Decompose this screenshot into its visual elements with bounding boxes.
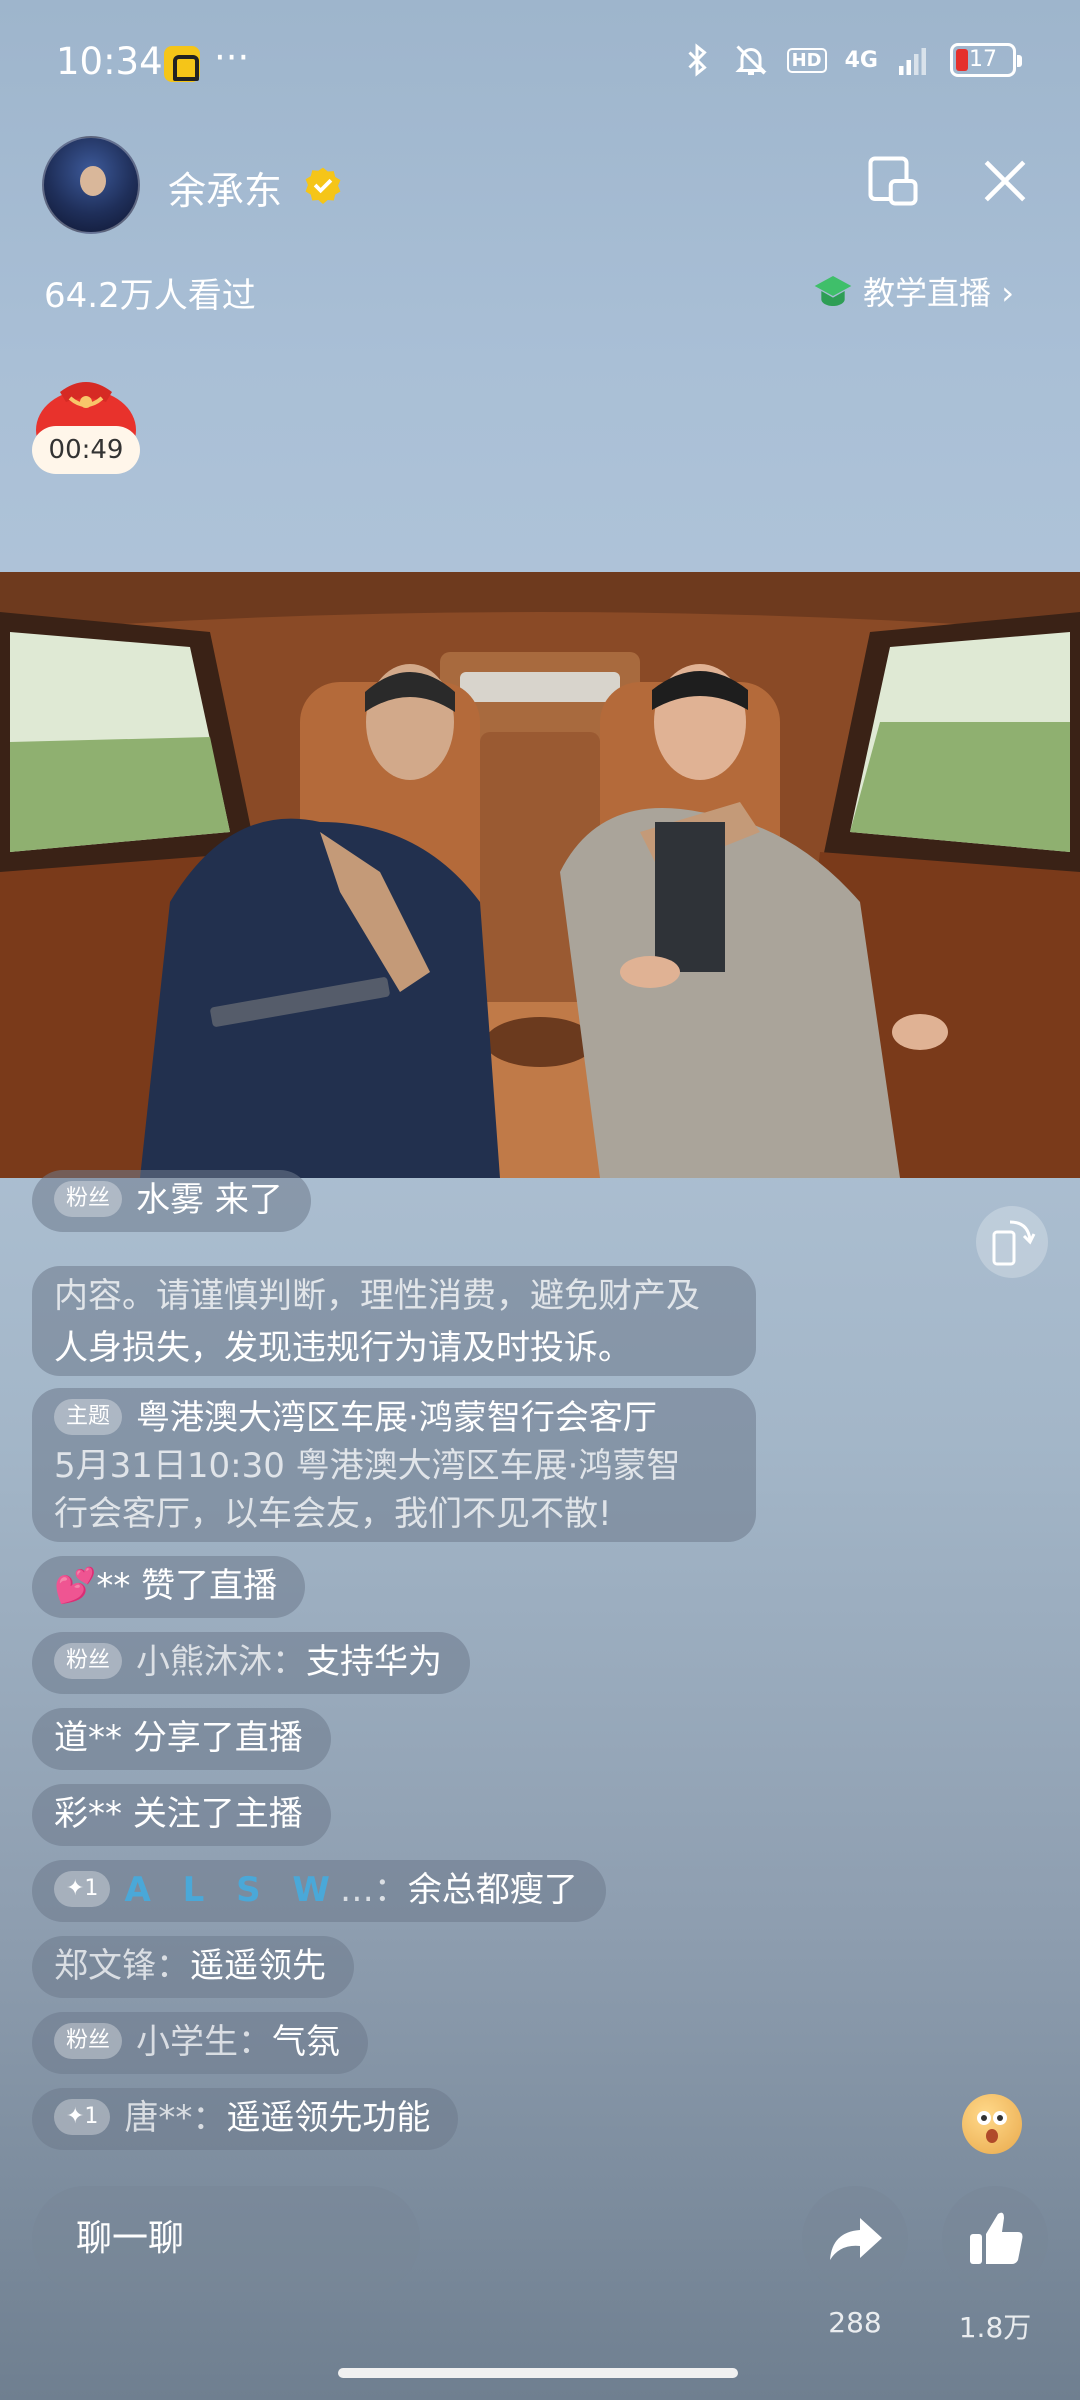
chat-text: 遥遥领先功能 [226, 2098, 431, 2138]
signal-icon [899, 48, 926, 75]
chat-username[interactable]: 彩** [54, 1794, 122, 1834]
chat-text: 遥遥领先 [190, 1946, 326, 1986]
topic-card[interactable]: 主题 粤港澳大湾区车展·鸿蒙智行会客厅 5月31日10:30 粤港澳大湾区车展·鸿… [32, 1388, 756, 1542]
home-indicator[interactable] [338, 2368, 738, 2378]
chat-username-suffix: …： [339, 1870, 408, 1910]
chat-message: 郑文锋：遥遥领先 [32, 1936, 354, 1998]
notice-line: 人身损失，发现违规行为请及时投诉。 [54, 1328, 632, 1368]
fan-badge: 粉丝 [54, 1180, 123, 1217]
bluetooth-icon [688, 43, 707, 77]
chat-message: ✦1 A L S W…：余总都瘦了 [32, 1860, 606, 1922]
chat-username[interactable]: A L S W [124, 1870, 339, 1910]
status-time: 10:34 [56, 40, 163, 83]
chat-message: 粉丝 小熊沐沐：支持华为 [32, 1632, 471, 1694]
education-live-label: 教学直播 › [863, 274, 1014, 312]
chat-text: 关注了主播 [132, 1794, 303, 1834]
status-bar: 10:34 ··· HD 4G 17 [0, 0, 1080, 130]
emoji-reaction-button[interactable] [962, 2094, 1022, 2154]
streamer-avatar[interactable] [42, 136, 140, 234]
verified-badge-icon [305, 167, 341, 204]
chat-username[interactable]: 小学生： [136, 2022, 272, 2062]
chat-username[interactable]: 小熊沐沐： [136, 1642, 306, 1682]
chat-entry-message: 粉丝 水雾 来了 [32, 1170, 311, 1232]
like-button[interactable] [942, 2186, 1048, 2292]
chat-username[interactable]: 道** [54, 1718, 122, 1758]
chat-input[interactable]: 聊一聊 [32, 2186, 420, 2292]
chat-username[interactable]: 郑文锋： [54, 1946, 190, 1986]
topic-badge: 主题 [54, 1398, 123, 1435]
view-count: 64.2万人看过 [44, 276, 256, 316]
hd-icon: HD [786, 47, 827, 73]
chat-text: 来了 [214, 1180, 283, 1220]
chat-username[interactable]: 水雾 [136, 1180, 204, 1220]
share-count: 288 [828, 2306, 882, 2339]
chat-message: 粉丝 小学生：气氛 [32, 2012, 369, 2074]
chat-message: ✦1 唐**：遥遥领先功能 [32, 2088, 459, 2150]
chat-text: 支持华为 [306, 1642, 443, 1682]
chat-text: 余总都瘦了 [407, 1870, 578, 1910]
close-icon[interactable] [980, 156, 1030, 206]
chat-username[interactable]: 💕** [54, 1566, 130, 1606]
video-scene [0, 572, 1080, 1178]
surprised-face-icon [977, 2111, 1007, 2143]
topic-desc-line: 5月31日10:30 粤港澳大湾区车展·鸿蒙智 [54, 1446, 681, 1486]
level-badge: ✦1 [54, 1870, 111, 1907]
status-icons: HD 4G 17 [679, 42, 1022, 78]
share-button[interactable] [802, 2186, 908, 2292]
like-count: 1.8万 [958, 2311, 1032, 2344]
chat-text: 分享了直播 [132, 1718, 303, 1758]
live-video[interactable] [0, 572, 1080, 1178]
network-label: 4G [844, 47, 878, 73]
rotate-screen-button[interactable] [976, 1206, 1048, 1278]
topic-title: 粤港澳大湾区车展·鸿蒙智行会客厅 [136, 1398, 657, 1438]
share-arrow-icon [830, 2218, 882, 2260]
thumbs-up-icon [970, 2212, 1023, 2264]
fan-badge: 粉丝 [54, 1642, 123, 1679]
battery-indicator: 17 [950, 43, 1022, 77]
chat-text: 气氛 [272, 2022, 341, 2062]
topic-desc-line: 行会客厅，以车会友，我们不见不散! [54, 1494, 612, 1534]
app-notification-icon [164, 46, 200, 82]
graduation-cap-icon [814, 276, 852, 306]
platform-notice: 内容。请谨慎判断，理性消费，避免财产及 人身损失，发现违规行为请及时投诉。 [32, 1266, 756, 1376]
chat-follow-message: 彩** 关注了主播 [32, 1784, 331, 1846]
more-notifications-icon: ··· [214, 36, 250, 79]
chat-text: 赞了直播 [141, 1566, 278, 1606]
red-packet-timer: 00:49 [32, 426, 140, 474]
streamer-name[interactable]: 余承东 [168, 160, 282, 215]
chat-share-message: 道** 分享了直播 [32, 1708, 331, 1770]
mute-bell-icon [734, 45, 767, 75]
level-badge: ✦1 [54, 2098, 111, 2135]
pip-icon[interactable] [866, 154, 920, 208]
fan-badge: 粉丝 [54, 2022, 123, 2059]
rotate-screen-icon [992, 1220, 1036, 1266]
education-live-tag[interactable]: 教学直播 › [813, 268, 1014, 314]
chat-username[interactable]: 唐**： [124, 2098, 226, 2138]
chat-like-message: 💕** 赞了直播 [32, 1556, 306, 1618]
notice-line: 内容。请谨慎判断，理性消费，避免财产及 [54, 1276, 700, 1316]
